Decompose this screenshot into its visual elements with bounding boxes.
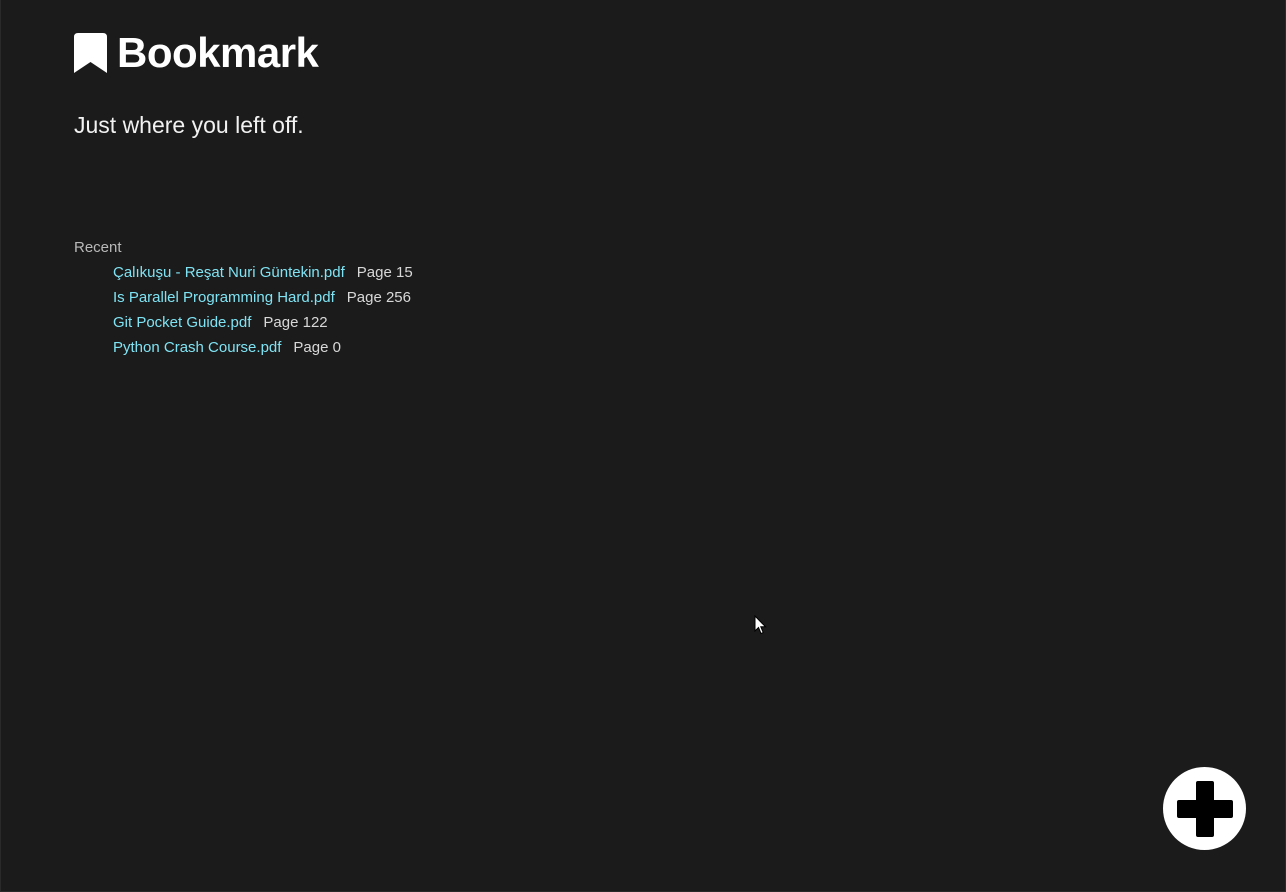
page-label: Page 15	[356, 264, 413, 281]
recent-heading: Recent	[74, 239, 122, 256]
plus-icon	[1173, 777, 1237, 841]
recent-file-link[interactable]: Is Parallel Programming Hard.pdf	[113, 289, 335, 306]
list-item: Çalıkuşu - Reşat Nuri Güntekin.pdf Page 1…	[113, 263, 413, 288]
list-item: Is Parallel Programming Hard.pdf Page 256	[113, 288, 413, 313]
app-window: Bookmark Just where you left off. Recent…	[0, 0, 1286, 892]
app-title: Bookmark	[117, 29, 319, 76]
page-label: Page 0	[293, 339, 341, 356]
page-label: Page 256	[346, 289, 411, 306]
bookmark-icon	[74, 33, 107, 73]
mouse-cursor-icon	[754, 614, 768, 635]
recent-list: Çalıkuşu - Reşat Nuri Güntekin.pdf Page 1…	[74, 263, 413, 363]
recent-file-link[interactable]: Python Crash Course.pdf	[113, 339, 281, 356]
recent-file-link[interactable]: Çalıkuşu - Reşat Nuri Güntekin.pdf	[113, 264, 345, 281]
recent-file-link[interactable]: Git Pocket Guide.pdf	[113, 314, 251, 331]
recent-section: Recent Çalıkuşu - Reşat Nuri Güntekin.pd…	[74, 238, 413, 363]
list-item: Python Crash Course.pdf Page 0	[113, 338, 413, 363]
list-item: Git Pocket Guide.pdf Page 122	[113, 313, 413, 338]
tagline: Just where you left off.	[74, 112, 304, 138]
page-label: Page 122	[263, 314, 328, 331]
app-header: Bookmark	[74, 28, 319, 78]
add-book-button[interactable]	[1163, 767, 1246, 850]
